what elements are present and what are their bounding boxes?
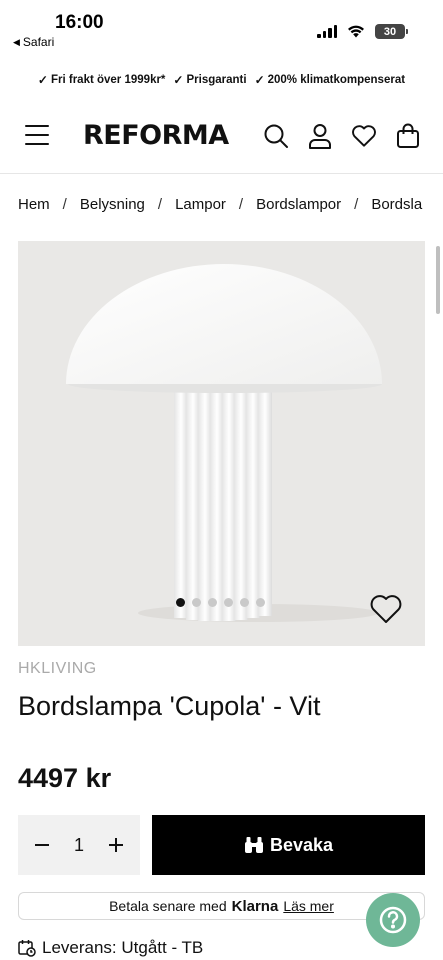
gallery-pagination	[176, 598, 265, 607]
cellular-signal-icon	[317, 25, 337, 38]
klarna-logo: Klarna	[231, 897, 279, 915]
back-app-label: Safari	[22, 35, 55, 49]
product-title: Bordslampa 'Cupola' - Vit	[18, 691, 321, 721]
breadcrumb-separator: /	[238, 196, 244, 213]
usp-bar: ✓ Fri frakt över 1999kr* ✓ Prisgaranti ✓…	[0, 66, 443, 94]
status-bar: 16:00 ◀ Safari 30	[0, 0, 443, 58]
header-actions	[263, 122, 421, 150]
gallery-dot[interactable]	[240, 598, 249, 607]
gallery-dot[interactable]	[256, 598, 265, 607]
breadcrumb-item[interactable]: Lampor	[175, 196, 226, 213]
check-icon: ✓	[254, 73, 265, 87]
watch-button-label: Bevaka	[269, 834, 334, 855]
search-icon[interactable]	[263, 122, 289, 150]
gallery-dot[interactable]	[224, 598, 233, 607]
breadcrumb-item[interactable]: Bordsla	[371, 196, 422, 213]
minus-icon	[35, 844, 49, 846]
increase-quantity-button[interactable]	[104, 833, 128, 857]
back-to-safari-link[interactable]: ◀ Safari	[13, 35, 54, 49]
product-image	[66, 264, 382, 622]
breadcrumb-item[interactable]: Bordslampor	[256, 196, 341, 213]
usp-item: ✓ Fri frakt över 1999kr*	[38, 73, 166, 87]
gallery-dot[interactable]	[208, 598, 217, 607]
question-mark-icon	[379, 906, 407, 934]
breadcrumb-item[interactable]: Hem	[18, 196, 50, 213]
check-icon: ✓	[173, 73, 184, 87]
check-icon: ✓	[37, 73, 48, 87]
usp-label: Fri frakt över 1999kr*	[50, 74, 166, 86]
quantity-input[interactable]	[64, 834, 94, 856]
usp-label: 200% klimatkompenserat	[267, 74, 406, 86]
binoculars-icon	[244, 837, 263, 853]
delivery-text: Leverans: Utgått - TB	[42, 938, 204, 957]
decrease-quantity-button[interactable]	[30, 833, 54, 857]
status-time: 16:00	[55, 12, 104, 33]
product-price: 4497 kr	[18, 763, 112, 793]
help-chat-button[interactable]	[366, 893, 420, 947]
gallery-dot[interactable]	[192, 598, 201, 607]
quantity-stepper	[18, 815, 140, 875]
site-logo[interactable]: REFORMA	[83, 120, 229, 151]
watch-product-button[interactable]: Bevaka	[152, 815, 425, 875]
shopping-bag-icon[interactable]	[395, 122, 421, 150]
account-icon[interactable]	[307, 122, 333, 150]
breadcrumb-item[interactable]: Belysning	[80, 196, 145, 213]
plus-icon	[109, 838, 123, 852]
back-arrow-icon: ◀	[13, 36, 20, 47]
breadcrumb-separator: /	[354, 196, 359, 213]
wifi-icon	[348, 25, 364, 38]
add-to-wishlist-heart-icon[interactable]	[369, 593, 403, 625]
usp-label: Prisgaranti	[186, 74, 247, 86]
usp-item: ✓ Prisgaranti	[173, 73, 246, 87]
site-header: REFORMA	[0, 100, 443, 174]
calendar-clock-icon	[18, 940, 36, 957]
klarna-banner: Betala senare med Klarna Läs mer	[18, 892, 425, 920]
page-scrollbar[interactable]	[436, 246, 440, 314]
breadcrumb-separator: /	[157, 196, 163, 213]
usp-item: ✓ 200% klimatkompenserat	[255, 73, 406, 87]
product-image-gallery[interactable]	[18, 241, 425, 646]
status-icons: 30	[317, 24, 408, 39]
wishlist-heart-icon[interactable]	[351, 122, 377, 150]
delivery-status: Leverans: Utgått - TB	[18, 938, 203, 958]
breadcrumb-separator: /	[62, 196, 67, 213]
hamburger-menu-icon[interactable]	[25, 125, 49, 145]
product-brand[interactable]: HKLIVING	[18, 660, 97, 678]
breadcrumb: Hem / Belysning / Lampor / Bordslampor /…	[18, 196, 443, 213]
battery-icon: 30	[375, 24, 408, 39]
klarna-text: Betala senare med	[109, 898, 227, 914]
klarna-read-more-link[interactable]: Läs mer	[283, 898, 334, 914]
gallery-dot[interactable]	[176, 598, 185, 607]
